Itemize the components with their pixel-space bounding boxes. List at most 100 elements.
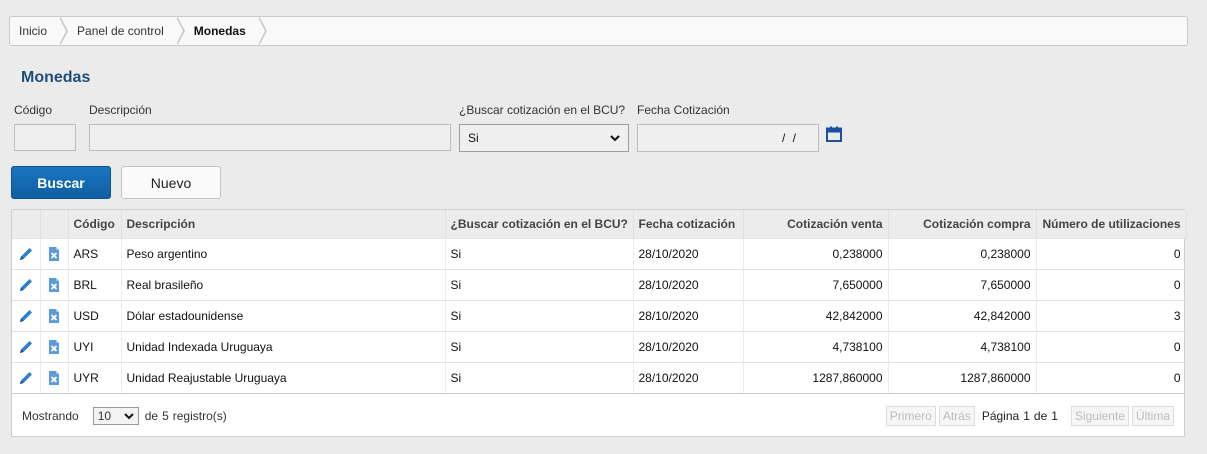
table-row: ARS Peso argentino Si 28/10/2020 0,238000 0,2… bbox=[12, 238, 1187, 269]
cell-descripcion: Unidad Indexada Uruguaya bbox=[121, 331, 446, 362]
pencil-icon bbox=[19, 278, 32, 291]
breadcrumb-panel-de-control[interactable]: Panel de control bbox=[61, 17, 185, 45]
monedas-table: Código Descripción ¿Buscar cotización en… bbox=[12, 210, 1187, 393]
edit-action[interactable] bbox=[12, 331, 41, 362]
cell-fecha: 28/10/2020 bbox=[633, 238, 744, 269]
header-cotizacion-venta[interactable]: Cotización venta bbox=[743, 210, 889, 238]
pagina-current: 1 bbox=[1023, 408, 1030, 423]
page-size-select[interactable]: 10 bbox=[92, 406, 139, 425]
table-row: UYI Unidad Indexada Uruguaya Si 28/10/2020 4… bbox=[12, 331, 1187, 362]
cell-descripcion: Peso argentino bbox=[121, 238, 446, 269]
pencil-icon bbox=[19, 340, 32, 353]
header-cotizacion-compra[interactable]: Cotización compra bbox=[888, 210, 1037, 238]
cell-codigo: UYI bbox=[68, 331, 122, 362]
pager-controls: Primero Atrás Página 1 de 1 Siguiente Últim… bbox=[883, 405, 1174, 426]
monedas-grid: Código Descripción ¿Buscar cotización en… bbox=[11, 209, 1187, 437]
nuevo-button[interactable]: Nuevo bbox=[121, 166, 221, 199]
cell-descripcion: Dólar estadounidense bbox=[121, 300, 446, 331]
cell-codigo: USD bbox=[68, 300, 122, 331]
pager-total: 5 bbox=[162, 408, 169, 423]
cell-fecha: 28/10/2020 bbox=[633, 331, 744, 362]
header-codigo[interactable]: Código bbox=[68, 210, 122, 238]
breadcrumb-monedas-label: Monedas bbox=[193, 24, 246, 38]
cell-utilizaciones: 0 bbox=[1036, 269, 1187, 300]
cell-cotizacion-venta: 4,738100 bbox=[743, 331, 889, 362]
breadcrumb-inicio-label[interactable]: Inicio bbox=[19, 24, 47, 38]
breadcrumb-separator bbox=[257, 17, 267, 45]
cell-utilizaciones: 0 bbox=[1036, 331, 1187, 362]
delete-file-icon bbox=[49, 246, 59, 261]
codigo-label: Código bbox=[14, 103, 53, 117]
siguiente-button[interactable]: Siguiente bbox=[1070, 405, 1129, 426]
cell-descripcion: Real brasileño bbox=[121, 269, 446, 300]
codigo-input[interactable] bbox=[14, 124, 76, 151]
edit-action[interactable] bbox=[12, 269, 41, 300]
cell-bcu: Si bbox=[445, 269, 634, 300]
cell-cotizacion-venta: 1287,860000 bbox=[743, 362, 889, 393]
cell-fecha: 28/10/2020 bbox=[633, 269, 744, 300]
cell-cotizacion-venta: 7,650000 bbox=[743, 269, 889, 300]
cell-bcu: Si bbox=[445, 331, 634, 362]
table-row: USD Dólar estadounidense Si 28/10/2020 42,84… bbox=[12, 300, 1187, 331]
cell-cotizacion-venta: 0,238000 bbox=[743, 238, 889, 269]
edit-action[interactable] bbox=[12, 362, 41, 393]
cell-codigo: UYR bbox=[68, 362, 122, 393]
breadcrumb-monedas: Monedas bbox=[178, 17, 267, 45]
primero-button[interactable]: Primero bbox=[885, 405, 936, 426]
delete-file-icon bbox=[49, 308, 59, 323]
header-descripcion[interactable]: Descripción bbox=[121, 210, 446, 238]
cell-fecha: 28/10/2020 bbox=[633, 362, 744, 393]
pager: Mostrando 10 de 5 registro(s) Primero At… bbox=[12, 393, 1184, 437]
delete-action[interactable] bbox=[40, 300, 69, 331]
cell-descripcion: Unidad Reajustable Uruguaya bbox=[121, 362, 446, 393]
table-body: ARS Peso argentino Si 28/10/2020 0,238000 0,2… bbox=[12, 238, 1187, 393]
breadcrumb-panel-label[interactable]: Panel de control bbox=[77, 24, 164, 38]
fecha-input[interactable]: / / bbox=[637, 124, 819, 152]
cell-cotizacion-venta: 42,842000 bbox=[743, 300, 889, 331]
bcu-select[interactable]: Si bbox=[459, 124, 629, 152]
bcu-label: ¿Buscar cotización en el BCU? bbox=[459, 103, 626, 117]
pencil-icon bbox=[19, 247, 32, 260]
ultima-button[interactable]: Última bbox=[1131, 405, 1174, 426]
cell-cotizacion-compra: 42,842000 bbox=[888, 300, 1037, 331]
header-delete bbox=[40, 210, 69, 238]
pencil-icon bbox=[19, 309, 32, 322]
cell-utilizaciones: 0 bbox=[1036, 238, 1187, 269]
header-utilizaciones[interactable]: Número de utilizaciones bbox=[1036, 210, 1187, 238]
fecha-label: Fecha Cotización bbox=[637, 103, 730, 117]
pagina-de: de bbox=[1033, 408, 1048, 423]
edit-action[interactable] bbox=[12, 238, 41, 269]
breadcrumb-separator bbox=[59, 17, 69, 45]
delete-action[interactable] bbox=[40, 238, 69, 269]
table-row: BRL Real brasileño Si 28/10/2020 7,650000 7,6… bbox=[12, 269, 1187, 300]
breadcrumb-inicio[interactable]: Inicio bbox=[10, 17, 69, 45]
delete-action[interactable] bbox=[40, 362, 69, 393]
atras-button[interactable]: Atrás bbox=[938, 405, 975, 426]
pencil-icon bbox=[19, 371, 32, 384]
chevron-down-icon bbox=[123, 412, 134, 419]
buscar-button[interactable]: Buscar bbox=[11, 166, 111, 199]
cell-codigo: BRL bbox=[68, 269, 122, 300]
table-header: Código Descripción ¿Buscar cotización en… bbox=[12, 210, 1187, 238]
fecha-value: / / bbox=[781, 131, 798, 145]
cell-codigo: ARS bbox=[68, 238, 122, 269]
header-fecha[interactable]: Fecha cotización bbox=[633, 210, 744, 238]
pager-mostrando: Mostrando bbox=[22, 408, 79, 423]
cell-fecha: 28/10/2020 bbox=[633, 300, 744, 331]
pagina-total: 1 bbox=[1051, 408, 1058, 423]
delete-action[interactable] bbox=[40, 269, 69, 300]
descripcion-input[interactable] bbox=[89, 124, 451, 151]
cell-cotizacion-compra: 4,738100 bbox=[888, 331, 1037, 362]
pagina-indicator: Página 1 de 1 bbox=[982, 409, 1062, 423]
bcu-select-value: Si bbox=[468, 131, 479, 145]
edit-action[interactable] bbox=[12, 300, 41, 331]
delete-file-icon bbox=[49, 277, 59, 292]
cell-utilizaciones: 0 bbox=[1036, 362, 1187, 393]
delete-action[interactable] bbox=[40, 331, 69, 362]
pagina-label: Página bbox=[981, 408, 1020, 423]
header-bcu[interactable]: ¿Buscar cotización en el BCU? bbox=[445, 210, 634, 238]
breadcrumb-separator bbox=[175, 17, 185, 45]
pager-registros: registro(s) bbox=[172, 408, 227, 423]
calendar-icon[interactable] bbox=[826, 126, 842, 142]
breadcrumb: Inicio Panel de control Monedas bbox=[9, 16, 1188, 46]
